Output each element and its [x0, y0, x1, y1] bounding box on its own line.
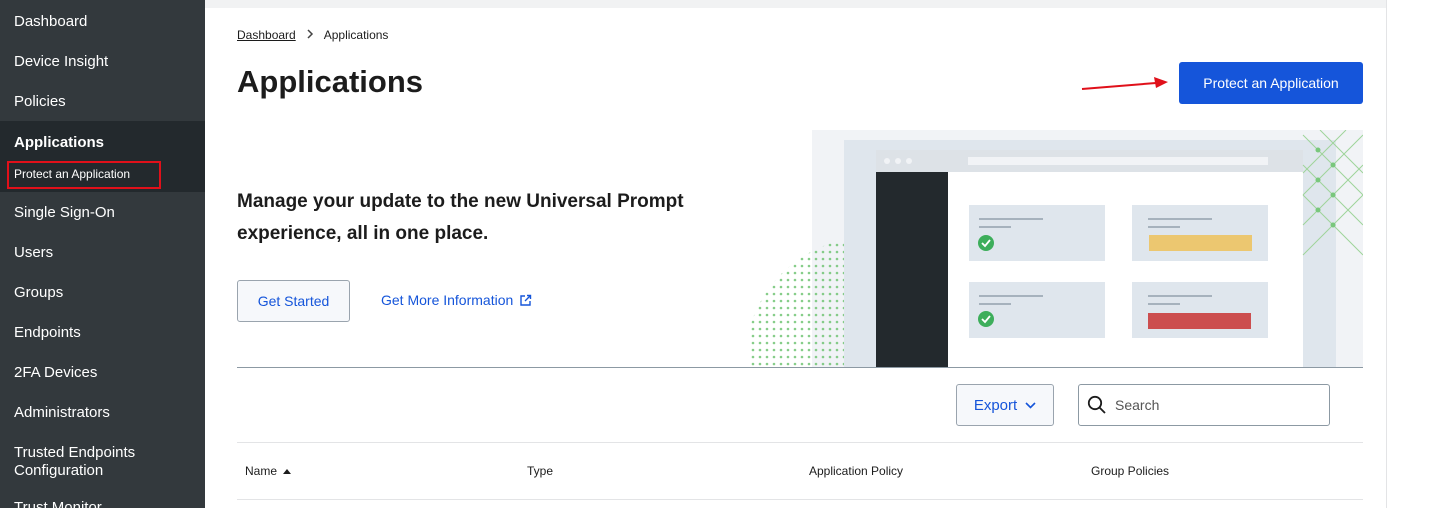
- protect-application-button[interactable]: Protect an Application: [1179, 62, 1363, 104]
- breadcrumb: Dashboard Applications: [237, 28, 388, 42]
- sidebar-item-trust-monitor[interactable]: Trust Monitor: [14, 499, 102, 508]
- get-started-button[interactable]: Get Started: [237, 280, 350, 322]
- column-header-group-policies[interactable]: Group Policies: [1091, 464, 1169, 478]
- column-header-name[interactable]: Name: [245, 464, 292, 478]
- sidebar-item-policies[interactable]: Policies: [14, 93, 66, 110]
- banner-divider: [237, 367, 1363, 368]
- search-field[interactable]: [1078, 384, 1330, 426]
- search-icon: [1087, 395, 1106, 414]
- export-label: Export: [973, 396, 1018, 414]
- page-title: Applications: [237, 64, 424, 99]
- chevron-right-icon: [306, 28, 314, 42]
- sidebar-subitem-protect-application[interactable]: Protect an Application: [14, 167, 130, 181]
- export-button[interactable]: Export: [956, 384, 1054, 426]
- external-link-icon: [520, 294, 532, 306]
- sidebar-item-administrators[interactable]: Administrators: [14, 404, 110, 421]
- red-arrow-annotation: [1081, 77, 1168, 90]
- sidebar-item-2fa-devices[interactable]: 2FA Devices: [14, 364, 97, 381]
- top-bar: [205, 0, 1387, 8]
- search-input[interactable]: [1113, 396, 1317, 414]
- sidebar-item-users[interactable]: Users: [14, 244, 53, 261]
- column-header-type[interactable]: Type: [527, 464, 553, 478]
- sidebar-item-trusted-endpoints[interactable]: Trusted Endpoints Configuration: [14, 444, 164, 480]
- column-name-label: Name: [245, 464, 278, 478]
- breadcrumb-current: Applications: [323, 28, 389, 42]
- sidebar-item-dashboard[interactable]: Dashboard: [14, 13, 87, 30]
- content-border: [1386, 0, 1387, 508]
- table-top-border: [237, 442, 1363, 443]
- sidebar-item-device-insight[interactable]: Device Insight: [14, 53, 108, 70]
- get-more-information-link[interactable]: Get More Information: [381, 292, 532, 308]
- universal-prompt-illustration: [750, 130, 1363, 367]
- get-more-information-label: Get More Information: [381, 292, 514, 308]
- sort-ascending-icon: [283, 468, 292, 474]
- sidebar-item-single-sign-on[interactable]: Single Sign-On: [14, 204, 115, 221]
- sidebar-nav: Dashboard Device Insight Policies Applic…: [0, 0, 205, 508]
- column-header-application-policy[interactable]: Application Policy: [809, 464, 903, 478]
- banner-heading: Manage your update to the new Universal …: [237, 191, 684, 244]
- table-header-border: [237, 499, 1363, 500]
- sidebar-item-groups[interactable]: Groups: [14, 284, 63, 301]
- sidebar-item-applications[interactable]: Applications: [14, 134, 104, 151]
- sidebar-item-endpoints[interactable]: Endpoints: [14, 324, 81, 341]
- chevron-down-icon: [1025, 401, 1036, 409]
- breadcrumb-dashboard-link[interactable]: Dashboard: [237, 28, 296, 42]
